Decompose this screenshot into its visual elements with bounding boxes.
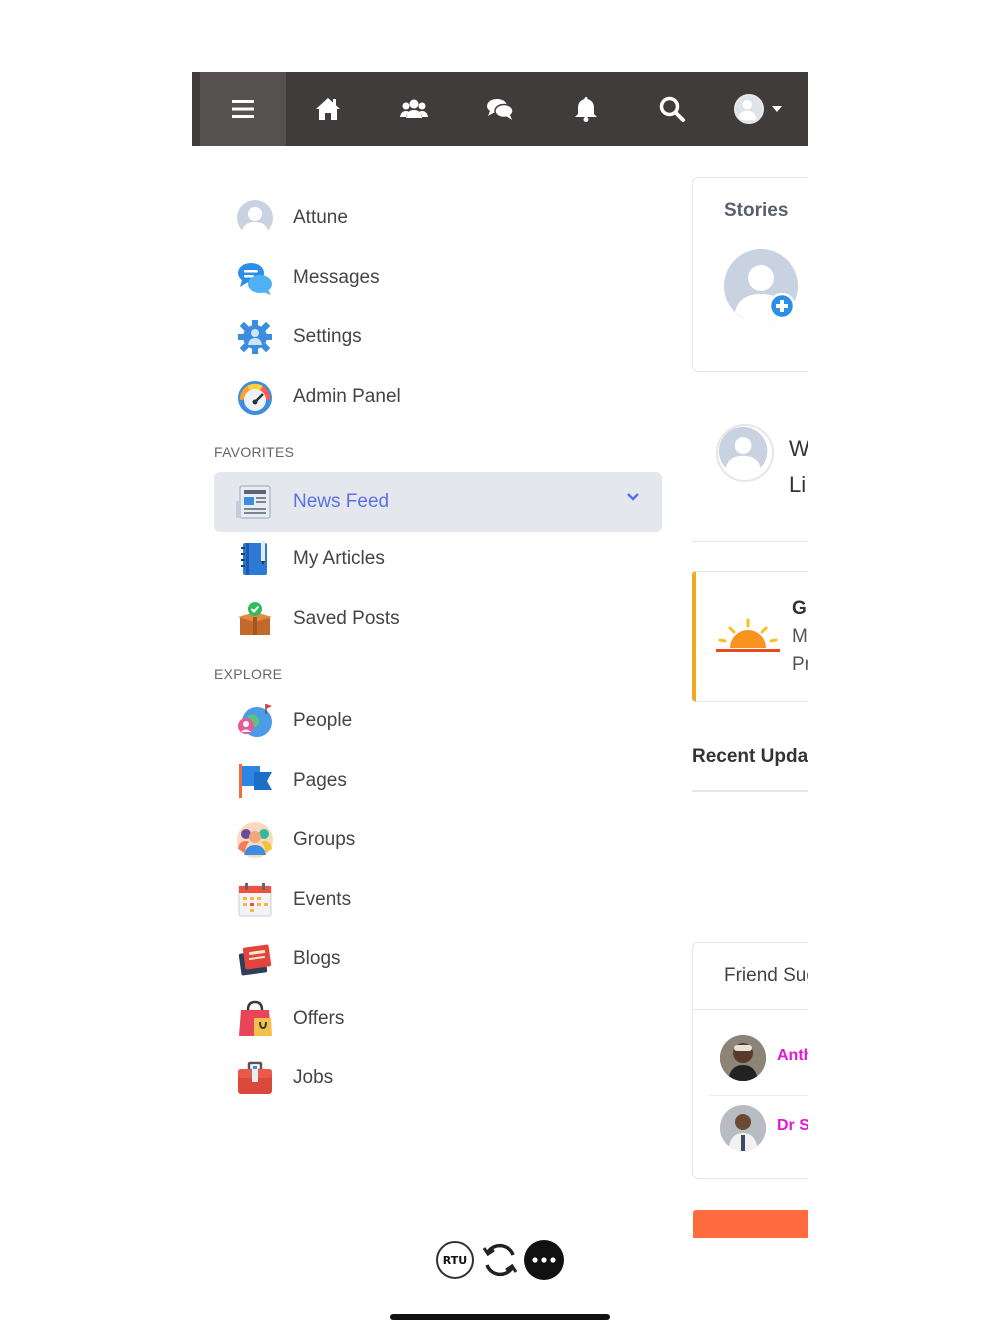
add-story-button[interactable]	[723, 248, 801, 326]
menu-item-label: Jobs	[293, 1067, 334, 1088]
explore-heading: EXPLORE	[214, 666, 283, 682]
menu-item-blogs[interactable]: Blogs	[214, 929, 662, 989]
menu-item-settings[interactable]: Settings	[214, 307, 662, 367]
divider	[692, 790, 808, 792]
settings-gear-icon	[236, 318, 274, 356]
menu-item-label: Blogs	[293, 948, 341, 969]
avatar	[716, 424, 774, 482]
menu-item-offers[interactable]: Offers	[214, 989, 662, 1049]
notifications-button[interactable]	[543, 72, 629, 146]
menu-item-attune[interactable]: Attune	[214, 188, 662, 248]
menu-item-messages[interactable]: Messages	[214, 248, 662, 308]
users-icon	[400, 99, 428, 118]
menu-item-label: Admin Panel	[293, 386, 401, 407]
refresh-icon	[482, 1243, 518, 1277]
orange-action-bar[interactable]	[693, 1210, 808, 1238]
menu-item-label: Groups	[293, 829, 356, 850]
top-navigation-bar	[192, 72, 808, 146]
books-icon	[236, 940, 274, 978]
avatar	[720, 1105, 766, 1151]
menu-item-label: News Feed	[293, 491, 390, 512]
profile-dropdown[interactable]	[715, 72, 801, 146]
divider	[693, 1009, 808, 1010]
menu-item-label: Offers	[293, 1008, 345, 1029]
chat-button[interactable]	[457, 72, 543, 146]
calendar-icon	[236, 881, 274, 919]
menu-item-saved-posts[interactable]: Saved Posts	[214, 589, 662, 649]
greeting-line2: Pr	[792, 654, 808, 675]
recent-updates-heading: Recent Updat	[692, 746, 808, 767]
favorites-heading: FAVORITES	[214, 444, 295, 460]
menu-item-label: Pages	[293, 770, 347, 791]
more-dots-icon	[532, 1257, 556, 1263]
menu-item-label: Saved Posts	[293, 608, 400, 629]
hamburger-icon	[232, 100, 254, 118]
saved-box-icon	[236, 600, 274, 638]
rtu-label: RTU	[442, 1253, 468, 1267]
shopping-bag-icon	[236, 1000, 274, 1038]
avatar	[720, 1035, 766, 1081]
friend-suggestions-title: Friend Sug	[724, 965, 808, 986]
notebook-icon	[236, 540, 274, 578]
menu-item-pages[interactable]: Pages	[214, 751, 662, 811]
menu-item-label: Settings	[293, 326, 362, 347]
speedometer-icon	[236, 378, 274, 416]
friend-name[interactable]: Anth	[777, 1047, 808, 1065]
user-avatar-icon	[236, 199, 274, 237]
search-button[interactable]	[629, 72, 715, 146]
search-icon	[659, 96, 685, 122]
menu-item-label: People	[293, 710, 353, 731]
friend-suggestion-item[interactable]: Dr S	[693, 1095, 808, 1165]
greeting-title: G	[792, 598, 807, 619]
sunrise-icon	[716, 618, 780, 652]
stories-title: Stories	[724, 200, 789, 221]
friend-suggestions-card: Friend Sug Anth Dr S	[692, 942, 808, 1179]
flag-icon	[236, 762, 274, 800]
rtu-button[interactable]: RTU	[436, 1241, 474, 1279]
home-indicator	[390, 1314, 610, 1320]
greeting-line1: M	[792, 626, 808, 647]
avatar	[734, 94, 764, 124]
post-prompt-line2: Li	[789, 472, 807, 497]
menu-item-label: Events	[293, 889, 352, 910]
menu-item-jobs[interactable]: Jobs	[214, 1048, 662, 1108]
home-icon	[316, 98, 340, 120]
menu-button[interactable]	[200, 72, 286, 146]
menu-item-news-feed[interactable]: News Feed	[214, 472, 662, 532]
more-button[interactable]	[524, 1240, 564, 1280]
create-post-card: W Li	[692, 404, 808, 542]
briefcase-icon	[236, 1059, 274, 1097]
chat-bubbles-icon	[487, 99, 514, 120]
people-globe-icon	[236, 702, 274, 740]
user-avatar-icon	[718, 426, 768, 476]
friends-button[interactable]	[371, 72, 457, 146]
friend-name[interactable]: Dr S	[777, 1117, 808, 1135]
chevron-down-icon	[772, 106, 782, 112]
greeting-card: G M Pr	[692, 571, 808, 702]
refresh-button[interactable]	[480, 1240, 520, 1280]
menu-item-events[interactable]: Events	[214, 870, 662, 930]
chevron-down-icon[interactable]	[626, 492, 640, 502]
menu-item-label: My Articles	[293, 548, 385, 569]
post-prompt-line1: W	[789, 436, 808, 461]
menu-item-groups[interactable]: Groups	[214, 810, 662, 870]
newspaper-icon	[236, 483, 274, 521]
bell-icon	[575, 97, 597, 122]
friend-suggestion-item[interactable]: Anth	[693, 1023, 808, 1093]
plus-circle-icon	[769, 293, 795, 319]
stories-card: Stories	[692, 177, 808, 372]
menu-item-label: Attune	[293, 207, 348, 228]
home-button[interactable]	[285, 72, 371, 146]
group-icon	[236, 821, 274, 859]
menu-item-admin-panel[interactable]: Admin Panel	[214, 367, 662, 427]
messages-icon	[236, 259, 274, 297]
menu-item-label: Messages	[293, 267, 380, 288]
menu-item-my-articles[interactable]: My Articles	[214, 529, 662, 589]
menu-item-people[interactable]: People	[214, 691, 662, 751]
